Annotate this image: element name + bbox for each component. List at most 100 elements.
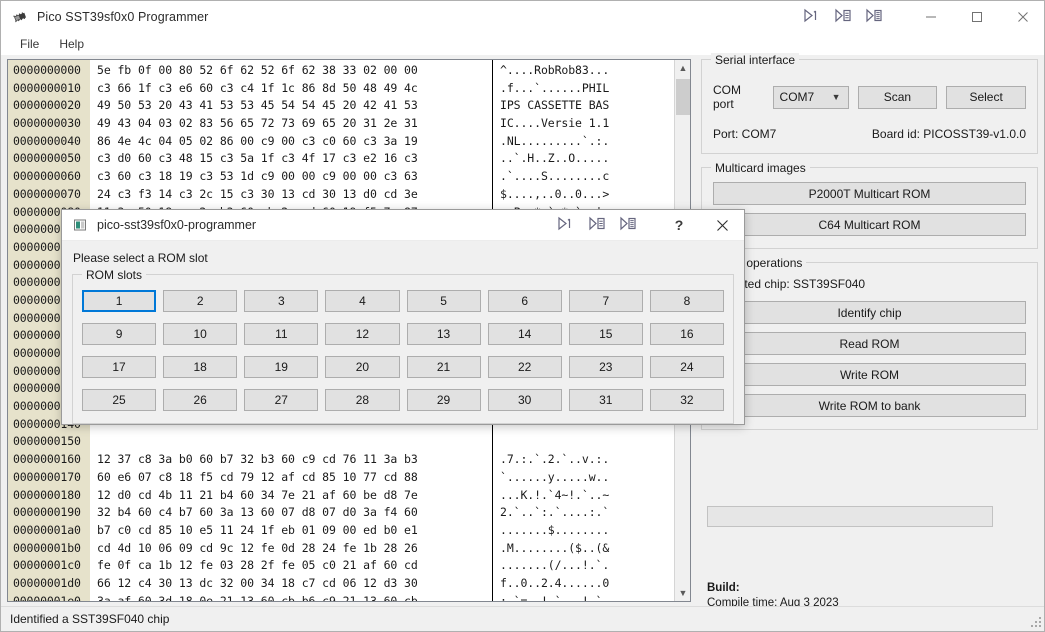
run-file-icon[interactable] <box>588 216 605 234</box>
hex-bytes: 3a af 60 3d 18 0e 21 13 60 cb b6 c9 21 1… <box>97 593 418 601</box>
hex-address: 00000001b0 <box>13 540 81 555</box>
rom-slot-button-31[interactable]: 31 <box>568 389 643 411</box>
hex-row: 0000000190 32 b4 60 c4 b7 60 3a 13 60 07 … <box>8 504 674 522</box>
rom-slot-button-5[interactable]: 5 <box>406 290 481 312</box>
hex-row: 0000000180 12 d0 cd 4b 11 21 b4 60 34 7e … <box>8 487 674 505</box>
c64-multicart-rom-button[interactable]: C64 Multicart ROM <box>713 213 1026 236</box>
hex-address: 0000000030 <box>13 116 81 131</box>
menu-help[interactable]: Help <box>49 35 94 53</box>
hex-address: 0000000020 <box>13 98 81 113</box>
rom-slot-button-7[interactable]: 7 <box>568 290 643 312</box>
hex-bytes: 49 43 04 03 02 83 56 65 72 73 69 65 20 3… <box>97 116 418 131</box>
rom-slot-button-25[interactable]: 25 <box>82 389 157 411</box>
rom-slot-button-18[interactable]: 18 <box>163 356 238 378</box>
rom-slot-button-19[interactable]: 19 <box>244 356 319 378</box>
rom-slot-button-27[interactable]: 27 <box>244 389 319 411</box>
com-port-value: COM7 <box>779 90 815 104</box>
scan-button[interactable]: Scan <box>857 85 938 109</box>
rom-slot-button-12[interactable]: 12 <box>325 323 400 345</box>
select-button[interactable]: Select <box>946 85 1026 109</box>
rom-slot-button-16[interactable]: 16 <box>649 323 724 345</box>
write-rom-button[interactable]: Write ROM <box>713 363 1026 386</box>
rom-slot-button-26[interactable]: 26 <box>163 389 238 411</box>
hex-ascii: .7.:.`.2.`..v.:. <box>500 452 610 467</box>
rom-slot-button-23[interactable]: 23 <box>568 356 643 378</box>
dialog-close-icon[interactable] <box>700 210 744 241</box>
rom-slot-button-22[interactable]: 22 <box>487 356 562 378</box>
rom-slot-button-1[interactable]: 1 <box>82 290 157 312</box>
hex-address: 0000000070 <box>13 186 81 201</box>
progress-bar <box>707 506 993 527</box>
hex-bytes: c3 66 1f c3 e6 60 c3 c4 1f 1c 86 8d 50 4… <box>97 80 418 95</box>
window-title: Pico SST39sf0x0 Programmer <box>37 9 209 24</box>
close-icon[interactable] <box>1000 1 1044 32</box>
rom-slot-button-24[interactable]: 24 <box>649 356 724 378</box>
hex-row: 0000000170 60 e6 07 c8 18 f5 cd 79 12 af … <box>8 469 674 487</box>
resize-grip-icon[interactable] <box>1030 616 1043 629</box>
write-rom-to-bank-button[interactable]: Write ROM to bank <box>713 394 1026 417</box>
run-icon[interactable] <box>557 216 574 234</box>
dialog-help-button[interactable]: ? <box>658 210 700 241</box>
port-text: Port: COM7 <box>713 127 777 141</box>
scroll-down-icon[interactable]: ▼ <box>675 585 690 601</box>
rom-slot-button-13[interactable]: 13 <box>406 323 481 345</box>
rom-slot-button-30[interactable]: 30 <box>487 389 562 411</box>
hex-bytes: cd 4d 10 06 09 cd 9c 12 fe 0d 28 24 fe 1… <box>97 540 418 555</box>
rom-slot-button-3[interactable]: 3 <box>244 290 319 312</box>
hex-ascii: .NL.........`.:. <box>500 133 610 148</box>
hex-row: 0000000000 5e fb 0f 00 80 52 6f 62 52 6f … <box>8 62 674 80</box>
hex-bytes: b7 c0 cd 85 10 e5 11 24 1f eb 01 09 00 e… <box>97 522 418 537</box>
hex-bytes: 12 d0 cd 4b 11 21 b4 60 34 7e 21 af 60 b… <box>97 487 418 502</box>
rom-slot-button-4[interactable]: 4 <box>325 290 400 312</box>
rom-slots-group-title: ROM slots <box>82 268 147 282</box>
scroll-up-icon[interactable]: ▲ <box>675 60 690 76</box>
rom-slot-button-21[interactable]: 21 <box>406 356 481 378</box>
maximize-icon[interactable] <box>954 1 1000 32</box>
rom-slot-button-28[interactable]: 28 <box>325 389 400 411</box>
menu-file[interactable]: File <box>10 35 49 53</box>
hex-row: 00000001a0 b7 c0 cd 85 10 e5 11 24 1f eb … <box>8 522 674 540</box>
com-port-select[interactable]: COM7 ▼ <box>772 85 849 109</box>
hex-address: 0000000190 <box>13 505 81 520</box>
identify-chip-button[interactable]: Identify chip <box>713 301 1026 324</box>
application-window: Pico SST39sf0x0 Programmer File Help 000… <box>0 0 1045 632</box>
hex-ascii: .f...`......PHIL <box>500 80 610 95</box>
run-file-icon[interactable] <box>834 8 851 26</box>
rom-slot-button-2[interactable]: 2 <box>163 290 238 312</box>
hex-address: 00000001c0 <box>13 558 81 573</box>
chevron-down-icon: ▼ <box>831 92 841 102</box>
minimize-icon[interactable] <box>908 1 954 32</box>
p2000t-multicart-rom-button[interactable]: P2000T Multicart ROM <box>713 182 1026 205</box>
run-icon[interactable] <box>803 8 820 26</box>
run-list-icon[interactable] <box>619 216 636 234</box>
run-list-icon[interactable] <box>865 8 882 26</box>
rom-slot-button-17[interactable]: 17 <box>82 356 157 378</box>
rom-slot-button-20[interactable]: 20 <box>325 356 400 378</box>
rom-slot-button-32[interactable]: 32 <box>649 389 724 411</box>
read-rom-button[interactable]: Read ROM <box>713 332 1026 355</box>
hex-ascii: ...K.!.`4~!.`..~ <box>500 487 610 502</box>
hex-ascii: :.`=..!.`...!.`. <box>500 593 610 601</box>
rom-slot-button-15[interactable]: 15 <box>568 323 643 345</box>
rom-slot-button-14[interactable]: 14 <box>487 323 562 345</box>
hex-row: 0000000020 49 50 53 20 43 41 53 53 45 54 … <box>8 97 674 115</box>
rom-slot-button-11[interactable]: 11 <box>244 323 319 345</box>
rom-slot-button-6[interactable]: 6 <box>487 290 562 312</box>
hex-address: 0000000150 <box>13 434 81 449</box>
dialog-title: pico-sst39sf0x0-programmer <box>97 218 257 232</box>
hex-ascii: .......(/...!.`. <box>500 558 610 573</box>
hex-row: 0000000150 <box>8 433 674 451</box>
rom-slot-button-9[interactable]: 9 <box>82 323 157 345</box>
hex-address: 0000000040 <box>13 133 81 148</box>
hex-address: 00000001e0 <box>13 593 81 601</box>
rom-slot-button-10[interactable]: 10 <box>163 323 238 345</box>
hex-bytes: 32 b4 60 c4 b7 60 3a 13 60 07 d8 07 d0 3… <box>97 505 418 520</box>
scrollbar-thumb[interactable] <box>676 79 690 115</box>
rom-slot-button-8[interactable]: 8 <box>649 290 724 312</box>
hex-bytes: 60 e6 07 c8 18 f5 cd 79 12 af cd 85 10 7… <box>97 469 418 484</box>
hex-address: 0000000010 <box>13 80 81 95</box>
rom-slot-button-29[interactable]: 29 <box>406 389 481 411</box>
hex-row: 0000000030 49 43 04 03 02 83 56 65 72 73 … <box>8 115 674 133</box>
status-bar: Identified a SST39SF040 chip <box>1 606 1044 631</box>
hex-bytes: c3 60 c3 18 19 c3 53 1d c9 00 00 c9 00 0… <box>97 169 418 184</box>
